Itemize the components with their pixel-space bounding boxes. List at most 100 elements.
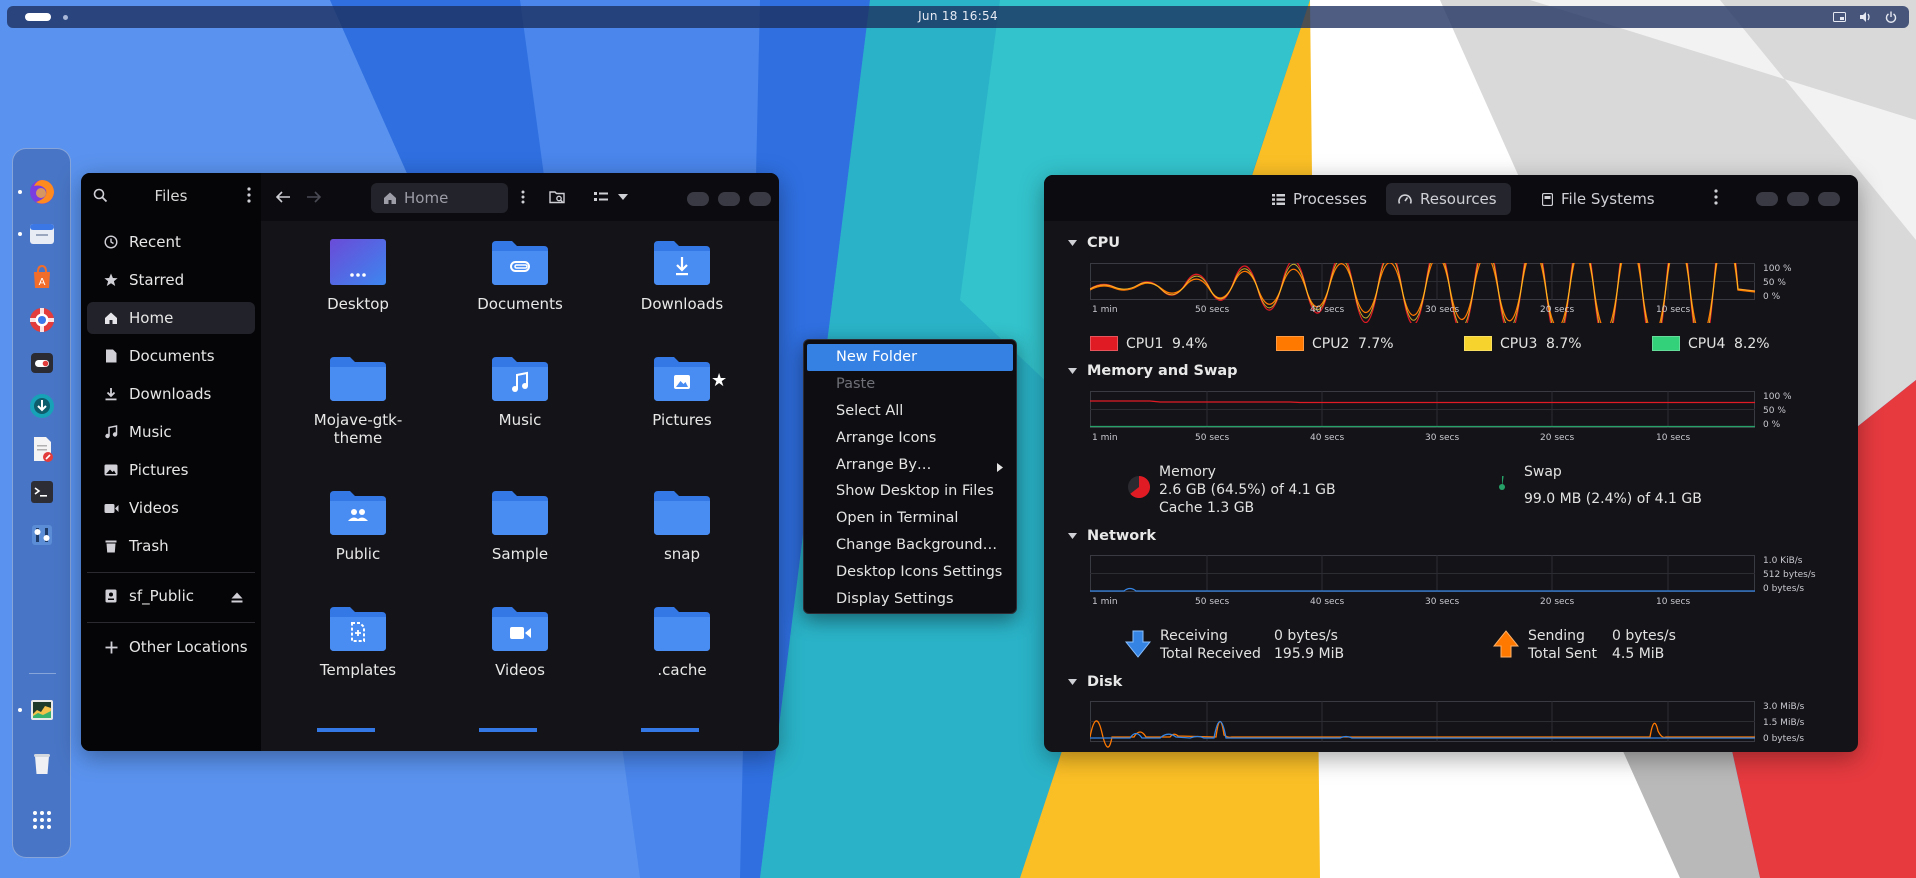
folder-sample[interactable]: Sample: [450, 487, 590, 563]
cpu3-color-swatch[interactable]: [1464, 336, 1492, 351]
path-bar[interactable]: Home: [371, 183, 508, 213]
text-editor-icon[interactable]: [27, 434, 57, 464]
settings-tweaks-icon[interactable]: [27, 520, 57, 550]
menu-item-change-background[interactable]: Change Background…: [807, 532, 1013, 559]
menu-item-show-desktop-in-files[interactable]: Show Desktop in Files: [807, 478, 1013, 505]
network-history-graph: 1.0 KiB/s 512 bytes/s 0 bytes/s 1 min 50…: [1090, 555, 1816, 607]
menu-item-paste: Paste: [836, 376, 876, 393]
folder-downloads[interactable]: Downloads: [612, 237, 752, 313]
section-network[interactable]: Network: [1068, 528, 1156, 544]
folder-public[interactable]: Public: [288, 487, 428, 563]
folder-pictures[interactable]: Pictures: [612, 353, 752, 429]
tab-resources[interactable]: Resources: [1386, 183, 1511, 215]
files-headerbar: Home: [261, 173, 779, 221]
close-button[interactable]: [1818, 192, 1840, 206]
minimize-button[interactable]: [687, 192, 709, 206]
app-center-icon[interactable]: A: [27, 262, 57, 292]
folder-desktop[interactable]: Desktop: [288, 237, 428, 313]
menu-item-new-folder[interactable]: New Folder: [807, 344, 1013, 371]
drive-icon: [101, 589, 121, 603]
menu-item-open-in-terminal[interactable]: Open in Terminal: [807, 505, 1013, 532]
kebab-menu-icon[interactable]: [247, 187, 251, 207]
power-icon[interactable]: [1883, 9, 1899, 25]
y-tick-label: 512 bytes/s: [1763, 570, 1816, 580]
updater-icon[interactable]: [27, 391, 57, 421]
sidebar-item-documents[interactable]: Documents: [87, 340, 255, 372]
sidebar-item-trash[interactable]: Trash: [87, 530, 255, 562]
maximize-button[interactable]: [718, 192, 740, 206]
next-row-partial: [317, 717, 699, 732]
section-cpu[interactable]: CPU: [1068, 235, 1120, 251]
tab-file-systems[interactable]: File Systems: [1530, 183, 1669, 215]
sidebar-item-recent[interactable]: Recent: [87, 226, 255, 258]
chevron-down-icon[interactable]: [610, 184, 636, 210]
svg-text:A: A: [39, 277, 46, 288]
tab-label: File Systems: [1561, 190, 1655, 208]
menu-item-arrange-icons[interactable]: Arrange Icons: [807, 424, 1013, 451]
section-disk[interactable]: Disk: [1068, 674, 1122, 690]
menu-item-select-all[interactable]: Select All: [807, 398, 1013, 425]
files-icon[interactable]: [18, 219, 57, 249]
app-grid-icon[interactable]: [27, 805, 57, 835]
tab-processes[interactable]: Processes: [1260, 183, 1381, 215]
sidebar-item-other-locations[interactable]: Other Locations: [87, 631, 255, 663]
gauge-icon: [1398, 193, 1412, 205]
sidebar-item-starred[interactable]: Starred: [87, 264, 255, 296]
dock: A: [12, 148, 71, 858]
help-icon[interactable]: [27, 305, 57, 335]
sidebar-item-pictures[interactable]: Pictures: [87, 454, 255, 486]
receiving-stats: Receiving Total Received: [1160, 627, 1261, 663]
cpu2-color-swatch[interactable]: [1276, 336, 1304, 351]
menu-item-arrange-by[interactable]: Arrange By…: [807, 451, 1013, 478]
folder-documents[interactable]: Documents: [450, 237, 590, 313]
sidebar-item-downloads[interactable]: Downloads: [87, 378, 255, 410]
clock[interactable]: Jun 18 16:54: [7, 9, 1909, 23]
folder-label: Public: [335, 545, 381, 563]
x-tick-label: 20 secs: [1540, 305, 1574, 315]
folder-cache[interactable]: .cache: [612, 603, 752, 679]
folder-label: Videos: [495, 661, 545, 679]
folder-snap[interactable]: snap: [612, 487, 752, 563]
cache-value: Cache 1.3 GB: [1159, 500, 1255, 516]
y-tick-label: 50 %: [1763, 406, 1786, 416]
menu-item-desktop-icons-settings[interactable]: Desktop Icons Settings: [807, 558, 1013, 585]
terminal-icon[interactable]: [27, 477, 57, 507]
folder-label: .cache: [657, 661, 707, 679]
cpu4-color-swatch[interactable]: [1652, 336, 1680, 351]
total-sent-label: Total Sent: [1528, 646, 1598, 662]
kebab-menu-icon[interactable]: [1714, 189, 1718, 209]
sidebar-item-mount[interactable]: sf_Public: [87, 580, 255, 612]
minimize-button[interactable]: [1756, 192, 1778, 206]
forward-arrow-icon[interactable]: [300, 184, 326, 210]
firefox-icon[interactable]: [18, 177, 57, 207]
toggle-app-icon[interactable]: [27, 348, 57, 378]
tab-label: Processes: [1293, 190, 1367, 208]
cpu1-color-swatch[interactable]: [1090, 336, 1118, 351]
trash-icon[interactable]: [27, 748, 57, 778]
back-arrow-icon[interactable]: [270, 184, 296, 210]
y-tick-label: 0 bytes/s: [1763, 584, 1804, 594]
maximize-button[interactable]: [1787, 192, 1809, 206]
search-folder-icon[interactable]: [544, 184, 570, 210]
kebab-menu-icon[interactable]: [510, 184, 536, 210]
cpu1-value: 9.4%: [1172, 336, 1208, 352]
sidebar-item-label: Trash: [129, 537, 169, 555]
folder-templates[interactable]: Templates: [288, 603, 428, 679]
close-button[interactable]: [749, 192, 771, 206]
sidebar-item-home[interactable]: Home: [87, 302, 255, 334]
eject-icon[interactable]: [231, 589, 243, 607]
sidebar-item-music[interactable]: Music: [87, 416, 255, 448]
section-memory-swap[interactable]: Memory and Swap: [1068, 363, 1238, 379]
sidebar-divider: [87, 622, 255, 623]
plus-icon: [101, 641, 121, 654]
menu-item-display-settings[interactable]: Display Settings: [807, 585, 1013, 612]
y-tick-label: 1.5 MiB/s: [1763, 718, 1805, 728]
folder-mojave-gtk-theme[interactable]: Mojave-gtk- theme: [288, 353, 428, 447]
folder-music[interactable]: Music: [450, 353, 590, 429]
x-tick-label: 50 secs: [1195, 597, 1229, 607]
folder-videos[interactable]: Videos: [450, 603, 590, 679]
volume-icon[interactable]: [1857, 9, 1873, 25]
sidebar-item-videos[interactable]: Videos: [87, 492, 255, 524]
system-monitor-icon[interactable]: [18, 695, 57, 725]
screen-icon[interactable]: [1831, 9, 1847, 25]
